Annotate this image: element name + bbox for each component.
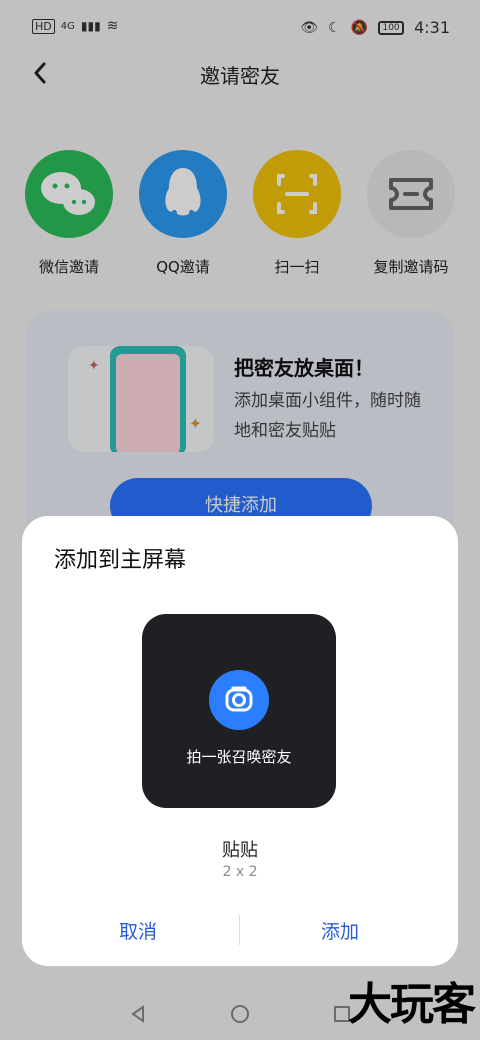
camera-icon bbox=[209, 670, 269, 730]
widget-preview: 拍一张召唤密友 bbox=[142, 614, 336, 808]
watermark-logo: 大玩客 bbox=[348, 979, 476, 1030]
add-to-home-dialog: 添加到主屏幕 拍一张召唤密友 贴贴 2 x 2 取消 添加 bbox=[22, 516, 458, 966]
add-button[interactable]: 添加 bbox=[240, 912, 440, 952]
widget-caption: 拍一张召唤密友 bbox=[186, 748, 292, 766]
widget-name: 贴贴 bbox=[222, 840, 258, 861]
widget-size: 2 x 2 bbox=[222, 864, 258, 880]
dialog-title: 添加到主屏幕 bbox=[54, 548, 187, 573]
dialog-actions: 取消 添加 bbox=[22, 912, 458, 952]
camera-glyph bbox=[225, 686, 253, 712]
cancel-button[interactable]: 取消 bbox=[38, 912, 238, 952]
